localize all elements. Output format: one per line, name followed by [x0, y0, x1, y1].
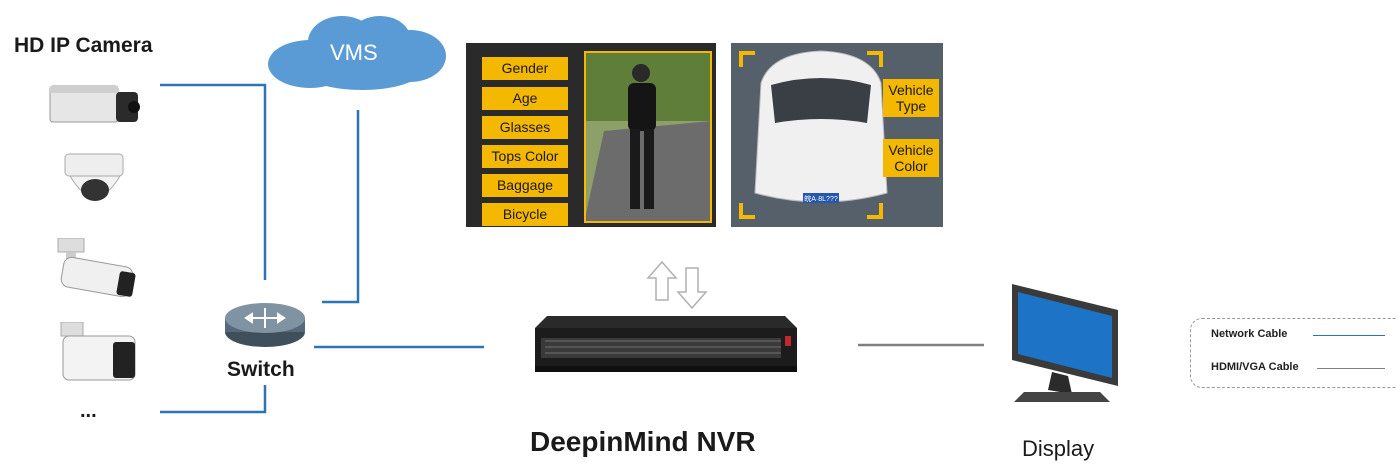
- switch-label: Switch: [227, 358, 295, 381]
- legend-hdmi-label: HDMI/VGA Cable: [1211, 361, 1299, 373]
- bullet-camera-icon: [57, 238, 136, 298]
- vehicle-analysis-panel: 皖A·8L??? Vehicle Type Vehicle Color: [731, 43, 943, 227]
- tag-vehicle-color: Vehicle Color: [883, 139, 939, 177]
- switch-bottom-line: [160, 385, 267, 414]
- legend-network-line: [1313, 335, 1385, 336]
- license-plate: 皖A·8L???: [804, 194, 838, 203]
- dome-camera-icon: [64, 153, 124, 201]
- switch-icon: [225, 303, 305, 347]
- tag-vehicle-type: Vehicle Type: [883, 79, 939, 117]
- vms-label: VMS: [330, 40, 378, 65]
- tag-glasses: Glasses: [482, 116, 568, 139]
- legend-network-label: Network Cable: [1211, 328, 1288, 340]
- tag-gender: Gender: [482, 57, 568, 80]
- vms-to-switch-line: [322, 110, 360, 304]
- more-cameras-ellipsis: ...: [80, 400, 97, 422]
- tag-age: Age: [482, 87, 568, 110]
- nvr-device-icon: [535, 316, 797, 372]
- cable-legend: Network Cable HDMI/VGA Cable: [1190, 318, 1397, 388]
- box-camera-icon: [49, 85, 140, 123]
- vehicle-photo: 皖A·8L???: [731, 43, 943, 227]
- camera-title: HD IP Camera: [14, 34, 153, 57]
- camera-to-switch-line: [160, 83, 267, 280]
- tag-bicycle: Bicycle: [482, 203, 568, 226]
- bidirectional-arrow-icon: [646, 260, 708, 310]
- tag-tops-color: Tops Color: [482, 145, 568, 168]
- monitor-icon: [1012, 284, 1118, 402]
- bullet-camera-2-icon: [60, 322, 136, 381]
- legend-hdmi-line: [1317, 368, 1385, 369]
- display-label: Display: [1022, 436, 1095, 461]
- nvr-label: DeepinMind NVR: [530, 426, 756, 457]
- pedestrian-photo: [584, 51, 712, 223]
- tag-baggage: Baggage: [482, 174, 568, 197]
- human-analysis-panel: Gender Age Glasses Tops Color Baggage Bi…: [466, 43, 716, 227]
